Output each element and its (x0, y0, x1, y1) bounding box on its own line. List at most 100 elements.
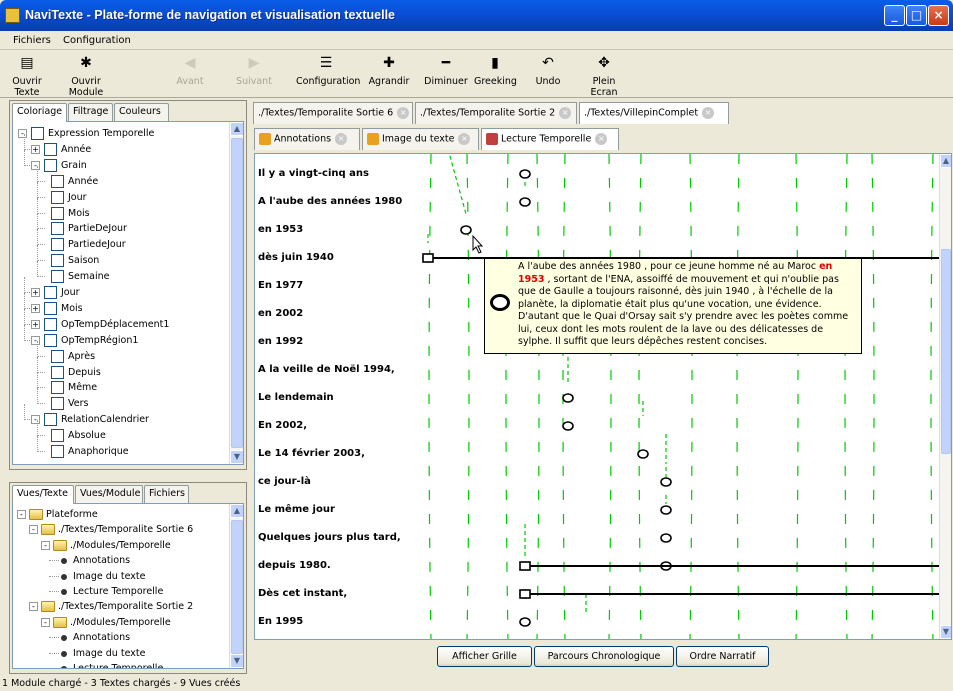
tree-checkbox[interactable] (44, 317, 57, 331)
tree-checkbox[interactable] (51, 222, 64, 236)
document-tab[interactable]: ./Textes/Temporalite Sortie 6 × (253, 102, 413, 124)
expression-label[interactable]: A l'aube des années 1980 (258, 196, 402, 207)
tree-checkbox[interactable] (51, 254, 64, 268)
view-scrollbar[interactable]: ▲ ▼ (939, 154, 951, 639)
scroll-up-button[interactable]: ▲ (230, 504, 243, 518)
tree-expander[interactable]: - (17, 510, 26, 519)
tree-item[interactable]: + Année (13, 133, 227, 158)
tree-item[interactable]: Même (13, 372, 227, 396)
tree-checkbox[interactable] (51, 190, 64, 204)
view-tab[interactable]: Image du texte × (362, 128, 479, 150)
tree-expander[interactable]: - (29, 602, 38, 612)
tree-item[interactable]: PartiedeJour (13, 229, 227, 253)
tree-expander[interactable]: + (31, 288, 40, 297)
tree-item[interactable]: + Mois (13, 292, 227, 317)
tree-item[interactable]: - Grain (13, 149, 227, 174)
tree-item[interactable]: Vers (13, 388, 227, 412)
tree-expander[interactable]: + (31, 303, 40, 313)
scroll-up-button[interactable]: ▲ (230, 122, 243, 136)
expression-label[interactable]: Le même jour (258, 504, 335, 515)
tree-item[interactable]: - OpTempRégion1 (13, 324, 227, 349)
tree-expander[interactable]: - (31, 160, 40, 170)
configuration-button[interactable]: ☰ Configuration (296, 52, 360, 96)
scroll-down-button[interactable]: ▼ (230, 654, 243, 668)
tree-checkbox[interactable] (31, 127, 44, 140)
tree-checkbox[interactable] (44, 158, 57, 172)
expression-label[interactable]: dès juin 1940 (258, 252, 334, 263)
menu-configuration[interactable]: Configuration (63, 35, 131, 46)
ouvrir-module-button[interactable]: ✱ Ouvrir Module (56, 52, 116, 98)
tree-expander[interactable]: - (18, 129, 27, 138)
tree-expander[interactable]: - (31, 415, 40, 425)
document-tab[interactable]: ./Textes/VillepinComplet × (579, 102, 729, 124)
greeking-button[interactable]: ▮ Greeking (474, 52, 517, 96)
tree-checkbox[interactable] (51, 206, 64, 220)
tab-couleurs[interactable]: Couleurs (114, 103, 169, 121)
tree-item[interactable]: - ./Modules/Temporelle (13, 538, 227, 554)
tab-filtrage[interactable]: Filtrage (68, 103, 113, 121)
tree-expander[interactable]: - (41, 617, 50, 627)
expression-label[interactable]: En 1977 (258, 280, 303, 291)
view-tab[interactable]: Annotations × (254, 128, 360, 150)
tree-item[interactable]: Annotations (13, 553, 227, 569)
expression-label[interactable]: Le lendemain (258, 392, 334, 403)
tree-item[interactable]: Image du texte (13, 569, 227, 585)
close-button[interactable]: × (928, 5, 949, 26)
close-tab-icon[interactable]: × (559, 107, 572, 119)
menu-fichiers[interactable]: Fichiers (13, 35, 51, 46)
parcours-chronologique-button[interactable]: Parcours Chronologique (534, 646, 674, 667)
tree-item[interactable]: Image du texte (13, 646, 227, 662)
tree-checkbox[interactable] (51, 174, 64, 188)
tree-scrollbar[interactable]: ▲ ▼ (229, 122, 243, 464)
tab-coloriage[interactable]: Coloriage (12, 103, 67, 122)
close-tab-icon[interactable]: × (335, 133, 348, 145)
minimize-button[interactable]: _ (884, 5, 905, 26)
scroll-down-button[interactable]: ▼ (940, 625, 951, 639)
ordre-narratif-button[interactable]: Ordre Narratif (676, 646, 769, 667)
tree-item[interactable]: Lecture Temporelle (13, 661, 227, 668)
tree-item[interactable]: + Jour (13, 277, 227, 301)
expression-label[interactable]: ce jour-là (258, 476, 311, 487)
expression-label[interactable]: depuis 1980. (258, 560, 331, 571)
tree-item[interactable]: - Plateforme (13, 507, 227, 523)
avant-button[interactable]: ◀ Avant (170, 52, 210, 96)
suivant-button[interactable]: ▶ Suivant (234, 52, 274, 96)
tree-checkbox[interactable] (51, 365, 64, 379)
tree-checkbox[interactable] (44, 142, 57, 156)
scroll-thumb[interactable] (231, 138, 243, 448)
tree-expander[interactable]: - (31, 335, 40, 345)
scroll-up-button[interactable]: ▲ (940, 154, 951, 168)
tree-item[interactable]: Anaphorique (13, 436, 227, 460)
agrandir-button[interactable]: ✚ Agrandir (366, 52, 412, 96)
tree-checkbox[interactable] (51, 397, 64, 411)
view-tab[interactable]: Lecture Temporelle × (481, 128, 619, 150)
tree-checkbox[interactable] (44, 286, 57, 299)
tree-item[interactable]: Après (13, 340, 227, 365)
expression-label[interactable]: en 1992 (258, 336, 303, 347)
expression-label[interactable]: Le 14 février 2003, (258, 448, 365, 459)
tree-item[interactable]: - RelationCalendrier (13, 404, 227, 428)
tree-checkbox[interactable] (44, 413, 57, 427)
tree-item[interactable]: Mois (13, 197, 227, 222)
tree-item[interactable]: + OpTempDéplacement1 (13, 308, 227, 333)
tree-item[interactable]: Depuis (13, 356, 227, 381)
close-tab-icon[interactable]: × (595, 133, 608, 145)
tree-checkbox[interactable] (51, 349, 64, 363)
tree-expander[interactable]: + (31, 144, 40, 154)
tree-item[interactable]: Année (13, 165, 227, 190)
tree-item[interactable]: - ./Textes/Temporalite Sortie 2 (13, 599, 227, 615)
expression-label[interactable]: En 2002, (258, 420, 307, 431)
tree-checkbox[interactable] (44, 333, 57, 347)
afficher-grille-button[interactable]: Afficher Grille (437, 646, 532, 667)
tree-item[interactable]: - Expression Temporelle (13, 126, 227, 142)
tree-checkbox[interactable] (44, 301, 57, 315)
document-tab[interactable]: ./Textes/Temporalite Sortie 2 × (415, 102, 577, 124)
tree-item[interactable]: Semaine (13, 261, 227, 285)
tree-item[interactable]: Jour (13, 181, 227, 206)
tree-item[interactable]: Absolue (13, 420, 227, 444)
close-tab-icon[interactable]: × (458, 133, 471, 145)
tree-item[interactable]: - ./Modules/Temporelle (13, 615, 227, 631)
undo-button[interactable]: ↶ Undo (528, 52, 568, 96)
diminuer-button[interactable]: ━ Diminuer (422, 52, 470, 96)
tree-item[interactable]: Annotations (13, 630, 227, 646)
